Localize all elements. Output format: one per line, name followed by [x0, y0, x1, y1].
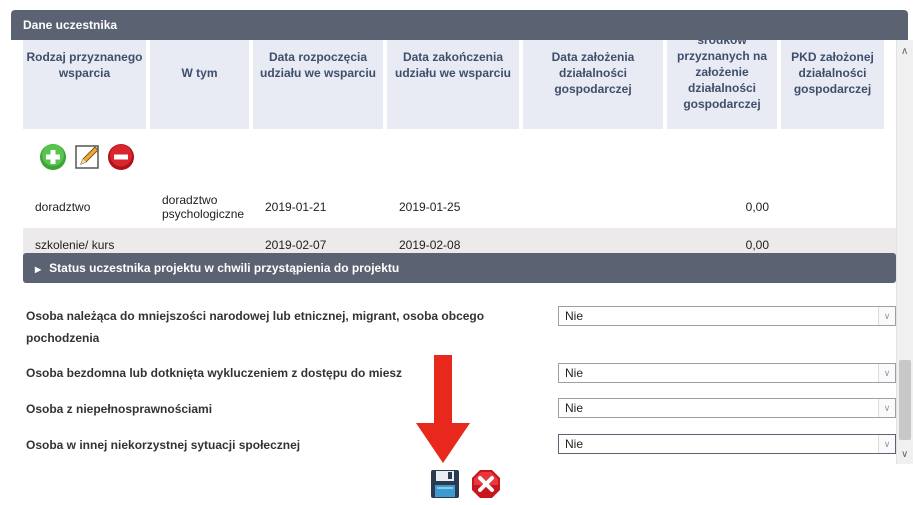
- select-value: Nie: [565, 401, 584, 415]
- save-button[interactable]: [429, 468, 461, 500]
- cell-funds: 0,00: [745, 200, 769, 214]
- cell-end-date: 2019-01-25: [399, 200, 461, 214]
- column-header-business-date: Data założenia działalności gospodarczej: [523, 40, 663, 129]
- remove-row-button[interactable]: [107, 143, 135, 171]
- add-row-button[interactable]: [39, 143, 67, 171]
- question-label-minority: Osoba należąca do mniejszości narodowej …: [26, 309, 485, 345]
- panel-title: Dane uczestnika: [11, 10, 908, 40]
- question-label-disability: Osoba z niepełnosprawnościami: [26, 402, 213, 416]
- question-label-homeless: Osoba bezdomna lub dotknięta wykluczenie…: [26, 366, 403, 380]
- scrollbar-thumb[interactable]: [899, 360, 911, 440]
- select-disability[interactable]: Nie ∨: [558, 398, 896, 418]
- cell-start-date: 2019-01-21: [265, 200, 327, 214]
- chevron-down-icon[interactable]: ∨: [878, 399, 895, 417]
- select-other-situation[interactable]: Nie ∨: [558, 434, 896, 454]
- column-header-pkd: PKD założonej działalności gospodarczej: [781, 40, 884, 129]
- select-value: Nie: [565, 437, 584, 451]
- status-section-title: Status uczestnika projektu w chwili przy…: [49, 261, 400, 275]
- cell-funds: 0,00: [745, 237, 769, 252]
- chevron-down-icon[interactable]: ∨: [878, 435, 895, 453]
- edit-row-button[interactable]: [73, 143, 101, 171]
- cell-rodzaj: doradztwo: [35, 200, 91, 214]
- pencil-note-icon: [75, 145, 99, 169]
- vertical-scrollbar[interactable]: ∧ ∨: [896, 40, 913, 464]
- plus-circle-icon: [40, 144, 66, 170]
- column-header-end-date: Data zakończenia udziału we wsparciu: [387, 40, 519, 129]
- column-header-wtym: W tym: [150, 40, 249, 129]
- status-section-header[interactable]: ▶ Status uczestnika projektu w chwili prz…: [23, 253, 896, 283]
- cell-end-date: 2019-02-08: [399, 237, 461, 252]
- select-minority[interactable]: Nie ∨: [558, 306, 896, 326]
- select-value: Nie: [565, 366, 584, 380]
- scroll-down-icon[interactable]: ∨: [901, 449, 908, 460]
- question-label-other-situation: Osoba w innej niekorzystnej sytuacji spo…: [26, 438, 301, 452]
- red-arrow-annotation: [416, 355, 470, 463]
- floppy-disk-icon: [431, 470, 459, 498]
- red-x-icon: [472, 470, 500, 498]
- chevron-down-icon[interactable]: ∨: [878, 364, 895, 382]
- cell-rodzaj: szkolenie/ kurs: [35, 237, 115, 252]
- cell-wtym: doradztwo psychologiczne: [162, 193, 245, 221]
- cancel-button[interactable]: [470, 468, 502, 500]
- table-toolbar: [39, 143, 135, 171]
- chevron-down-icon[interactable]: ∨: [878, 307, 895, 325]
- expand-triangle-icon: ▶: [35, 265, 42, 274]
- column-header-funds: środków przyznanych na założenie działal…: [667, 40, 777, 129]
- participant-panel: Dane uczestnika Rodzaj przyznanego wspar…: [11, 10, 913, 498]
- select-value: Nie: [565, 309, 584, 323]
- table-header: Rodzaj przyznanego wsparcia W tym Data r…: [23, 40, 884, 129]
- column-header-start-date: Data rozpoczęcia udziału we wsparciu: [253, 40, 383, 129]
- select-homeless[interactable]: Nie ∨: [558, 363, 896, 383]
- table-row[interactable]: doradztwo doradztwo psychologiczne 2019-…: [23, 189, 896, 225]
- column-header-rodzaj: Rodzaj przyznanego wsparcia: [23, 40, 146, 129]
- minus-circle-icon: [108, 144, 134, 170]
- cell-start-date: 2019-02-07: [265, 237, 327, 252]
- scroll-up-icon[interactable]: ∧: [901, 46, 908, 57]
